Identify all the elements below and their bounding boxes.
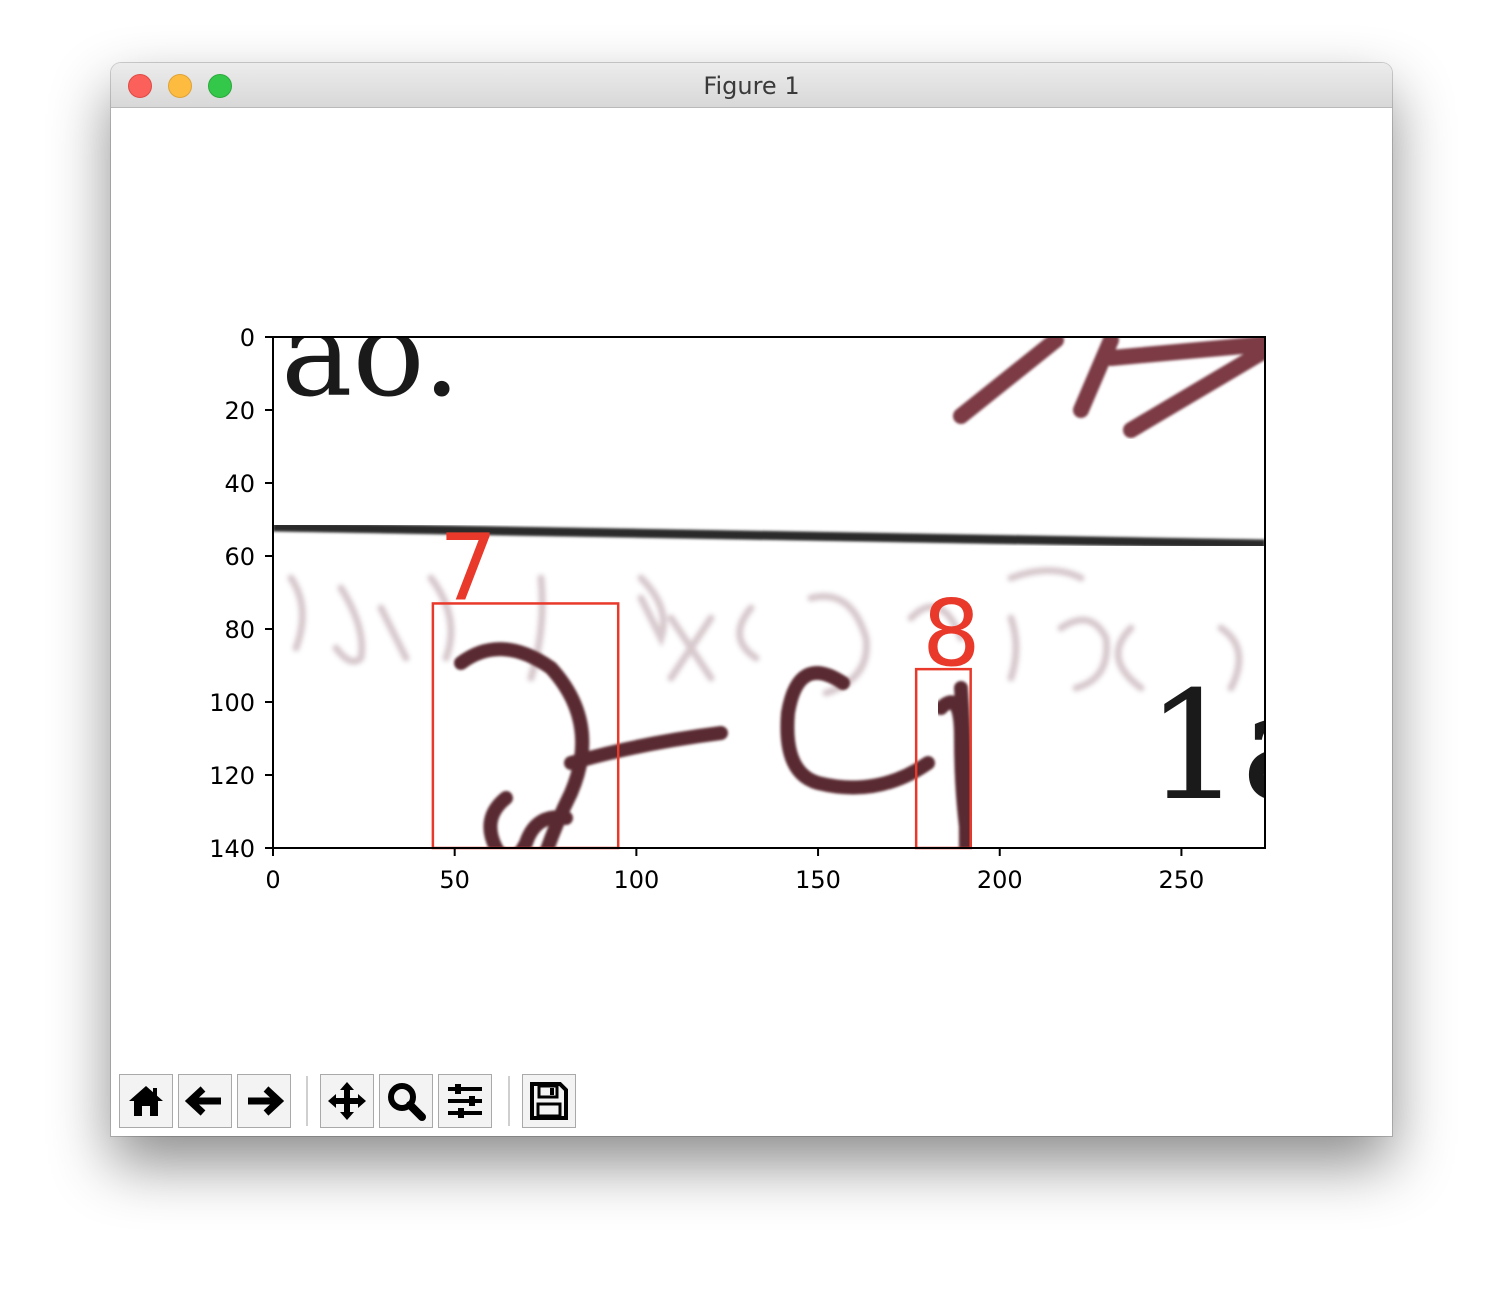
magnifier-icon [388,1083,426,1121]
forward-button[interactable] [237,1074,291,1128]
configure-subplots-button[interactable] [438,1074,492,1128]
arrow-right-icon [248,1086,284,1116]
y-tick-label: 140 [209,835,255,863]
x-tick-label: 150 [795,866,841,894]
back-button[interactable] [178,1074,232,1128]
x-tick-label: 0 [265,866,280,894]
y-tick-label: 0 [240,324,255,352]
x-tick-label: 100 [613,866,659,894]
plot-area[interactable]: ao. 1a 78 0 50 100 150 200 250 020406080… [111,108,1392,1068]
floppy-disk-icon [530,1082,568,1120]
y-tick-label: 80 [224,616,255,644]
save-button[interactable] [522,1074,576,1128]
move-icon [328,1082,366,1120]
pan-button[interactable] [320,1074,374,1128]
navigation-toolbar [111,1074,1392,1134]
x-tick-label: 200 [977,866,1023,894]
annotation-label: 8 [922,580,981,687]
y-tick-label: 40 [224,470,255,498]
x-tick-label: 50 [439,866,470,894]
y-axis: 0 20 40 60 80 100 120 140 [209,324,273,863]
y-tick-label: 120 [209,762,255,790]
window-title: Figure 1 [703,72,800,100]
figure-window: Figure 1 ao. 1a 7 8 0 50 100 150 200 250… [111,63,1392,1136]
home-button[interactable] [119,1074,173,1128]
x-tick-label: 250 [1159,866,1205,894]
zoom-button[interactable] [379,1074,433,1128]
y-tick-label: 60 [224,543,255,571]
sliders-icon [448,1084,482,1118]
y-tick-label: 20 [224,397,255,425]
toolbar-separator [306,1076,308,1126]
figure-canvas[interactable]: ao. 1a 7 8 0 50 100 150 200 250 0 20 40 … [111,108,1392,1136]
home-icon [129,1086,163,1116]
annotation-label: 7 [439,514,498,621]
arrow-left-icon [185,1086,221,1116]
title-bar[interactable]: Figure 1 [111,63,1392,108]
x-axis: 0 50 100 150 200 250 [265,848,1204,894]
toolbar-separator [508,1076,510,1126]
printed-text-bottom: 1a [1146,660,1331,834]
y-tick-label: 100 [209,689,255,717]
printed-text-top: ao. [281,285,461,424]
